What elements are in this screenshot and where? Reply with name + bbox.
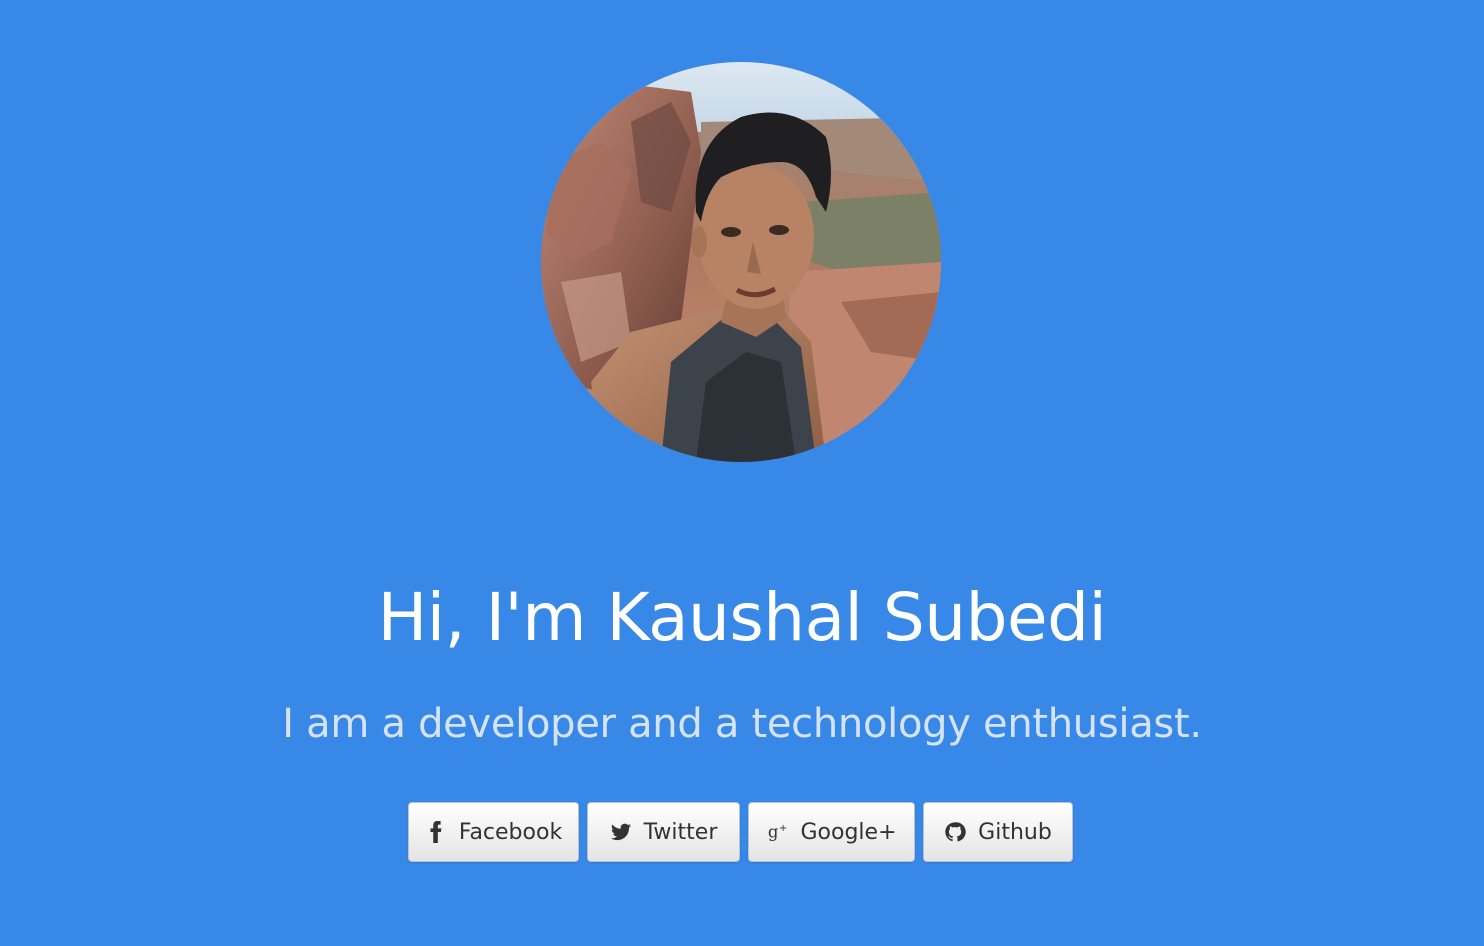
google-plus-icon: g + — [767, 821, 789, 843]
svg-text:+: + — [778, 823, 786, 834]
profile-photo-image — [541, 62, 941, 462]
twitter-button[interactable]: Twitter — [587, 802, 740, 862]
github-button[interactable]: Github — [923, 802, 1073, 862]
profile-photo — [541, 62, 941, 462]
github-icon — [944, 821, 966, 843]
facebook-label: Facebook — [458, 819, 563, 845]
github-label: Github — [978, 819, 1052, 845]
facebook-icon — [425, 821, 447, 843]
twitter-label: Twitter — [643, 819, 718, 845]
tagline: I am a developer and a technology enthus… — [282, 701, 1202, 747]
svg-text:g: g — [767, 823, 778, 842]
facebook-button[interactable]: Facebook — [408, 802, 579, 862]
twitter-icon — [610, 821, 632, 843]
page-title: Hi, I'm Kaushal Subedi — [377, 579, 1107, 656]
social-links: Facebook Twitter g + Google+ Github — [408, 802, 1073, 862]
landing-page: Hi, I'm Kaushal Subedi I am a developer … — [0, 0, 1484, 946]
google-plus-button[interactable]: g + Google+ — [748, 802, 915, 862]
google-plus-label: Google+ — [800, 819, 897, 845]
